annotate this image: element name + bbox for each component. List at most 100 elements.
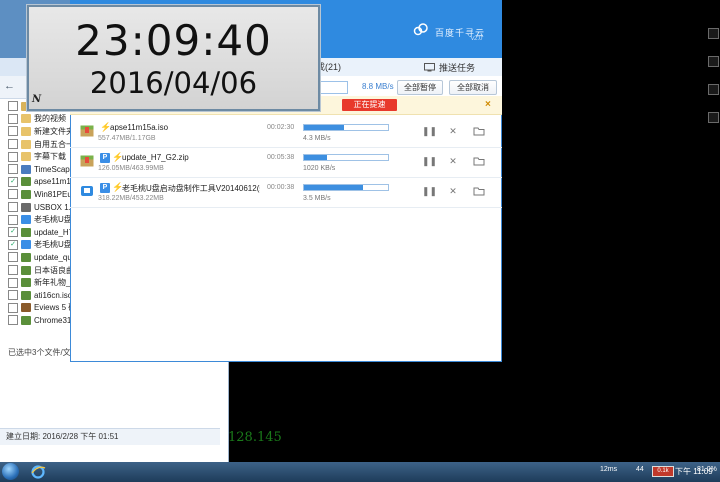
accelerating-button[interactable]: 正在提速 <box>342 99 397 111</box>
file-icon <box>21 240 31 250</box>
explorer-details-pane <box>0 362 228 462</box>
file-name: 老毛桃U盘启 <box>34 215 70 225</box>
cancel-icon[interactable]: ✕ <box>447 125 459 137</box>
file-name: 日本语良曲 <box>34 265 70 275</box>
file-checkbox[interactable] <box>8 214 18 225</box>
internet-explorer-icon[interactable] <box>30 464 46 480</box>
file-name: TimeScape <box>34 164 70 174</box>
file-row[interactable]: ati16cn.iso <box>0 289 70 302</box>
progress-fill <box>304 155 327 160</box>
download-size: 126.05MB/463.99MB <box>98 165 164 172</box>
file-row[interactable]: ✓ update_H7 <box>0 226 70 239</box>
cancel-icon[interactable]: ✕ <box>447 185 459 197</box>
file-checkbox[interactable] <box>8 164 18 175</box>
file-row[interactable]: Win81PEup <box>0 188 70 201</box>
progress-bar <box>303 154 389 161</box>
tray-speed[interactable]: 0.1k <box>652 466 674 477</box>
file-row[interactable]: 新建文件夹 <box>0 125 70 138</box>
file-checkbox[interactable]: ✓ <box>8 176 18 187</box>
file-row[interactable]: 新年礼物_必 <box>0 276 70 289</box>
file-checkbox[interactable] <box>8 151 18 162</box>
download-row[interactable]: ⚡ apse11m15a.iso 557.47MB/1.17GB 00:02:3… <box>70 117 502 148</box>
tool-icon[interactable] <box>708 84 719 95</box>
tool-icon[interactable] <box>708 56 719 67</box>
selection-status: 已选中3个文件/文件 <box>8 348 70 357</box>
file-row[interactable]: 我的视频 <box>0 113 70 126</box>
archive-icon <box>80 155 94 167</box>
download-speed: 4.3 MB/s <box>303 135 331 142</box>
file-checkbox[interactable] <box>8 252 18 263</box>
file-checkbox[interactable] <box>8 277 18 288</box>
download-name: apse11m15a.iso <box>110 123 169 132</box>
file-icon <box>21 152 31 162</box>
file-row[interactable]: Chrome31.0 <box>0 314 70 327</box>
progress-fill <box>304 185 363 190</box>
download-time-left: 00:02:30 <box>267 124 295 131</box>
tab-push-tasks[interactable]: 推送任务 <box>424 58 502 76</box>
file-checkbox[interactable] <box>8 202 18 213</box>
file-row[interactable]: 字幕下载 <box>0 150 70 163</box>
file-checkbox[interactable] <box>8 189 18 200</box>
download-time-left: 00:00:38 <box>267 184 295 191</box>
file-name: 新年礼物_必 <box>34 278 70 288</box>
file-row[interactable]: 自用五合一 <box>0 138 70 151</box>
file-checkbox[interactable] <box>8 139 18 150</box>
download-row[interactable]: P ⚡ update_H7_G2.zip 126.05MB/463.99MB 0… <box>70 147 502 178</box>
file-checkbox[interactable]: ✓ <box>8 227 18 238</box>
file-checkbox[interactable] <box>8 315 18 326</box>
file-row[interactable]: ✓ 老毛桃U盘启 <box>0 239 70 252</box>
p2p-badge: P <box>100 153 110 163</box>
cancel-all-button[interactable]: 全部取消 <box>449 80 497 95</box>
file-checkbox[interactable] <box>8 101 18 112</box>
file-row[interactable]: USBOX 1.3 <box>0 201 70 214</box>
download-row[interactable]: P ⚡ 老毛桃U盘启动盘制作工具V20140612(装机版... 318.22M… <box>70 177 502 208</box>
banner-close-icon[interactable]: × <box>485 99 491 110</box>
clock-time: 23:09:40 <box>75 16 272 65</box>
file-name: 我的视频 <box>34 114 66 124</box>
file-icon <box>21 189 31 199</box>
back-arrow-icon[interactable]: ← <box>4 80 16 92</box>
cancel-icon[interactable]: ✕ <box>447 155 459 167</box>
file-row[interactable]: update_qua <box>0 251 70 264</box>
pause-all-button[interactable]: 全部暂停 <box>397 80 443 95</box>
tool-icon[interactable] <box>708 112 719 123</box>
file-row[interactable]: 日本语良曲 <box>0 264 70 277</box>
tray-counter[interactable]: 44 <box>636 466 644 473</box>
folder-icon[interactable] <box>473 155 485 167</box>
tray-battery[interactable]: 81.0% <box>697 466 717 473</box>
file-row[interactable]: ✓ apse11m15 <box>0 176 70 189</box>
file-row[interactable]: 老毛桃U盘启 <box>0 213 70 226</box>
file-checkbox[interactable] <box>8 290 18 301</box>
pause-icon[interactable]: ❚❚ <box>422 125 437 137</box>
file-name: update_H7 <box>34 227 70 237</box>
progress-bar <box>303 184 389 191</box>
tray-latency[interactable]: 12ms <box>600 466 617 473</box>
download-size: 557.47MB/1.17GB <box>98 135 156 142</box>
file-checkbox[interactable] <box>8 113 18 124</box>
file-row[interactable]: Eviews 5 破 <box>0 302 70 315</box>
tab-push-label: 推送任务 <box>439 62 476 73</box>
pause-icon[interactable]: ❚❚ <box>422 185 437 197</box>
start-button[interactable] <box>2 463 19 480</box>
file-icon <box>21 278 31 288</box>
expand-icon[interactable] <box>708 28 719 39</box>
file-checkbox[interactable] <box>8 265 18 276</box>
file-name: ati16cn.iso <box>34 290 70 300</box>
file-icon <box>21 252 31 262</box>
brand-version: v2.0 <box>471 36 483 42</box>
file-checkbox[interactable] <box>8 126 18 137</box>
background-green-text: 128.145 <box>228 430 282 445</box>
file-row[interactable]: TimeScape <box>0 163 70 176</box>
file-icon <box>21 139 31 149</box>
folder-icon[interactable] <box>473 185 485 197</box>
file-name: update_qua <box>34 252 70 262</box>
file-icon <box>21 265 31 275</box>
file-checkbox[interactable]: ✓ <box>8 239 18 250</box>
pause-icon[interactable]: ❚❚ <box>422 155 437 167</box>
folder-icon[interactable] <box>473 125 485 137</box>
right-edge-toolbar <box>705 28 720 158</box>
file-checkbox[interactable] <box>8 302 18 313</box>
file-name: 新建文件夹 <box>34 126 70 136</box>
file-icon <box>21 202 31 212</box>
usb-tool-icon <box>81 186 93 196</box>
